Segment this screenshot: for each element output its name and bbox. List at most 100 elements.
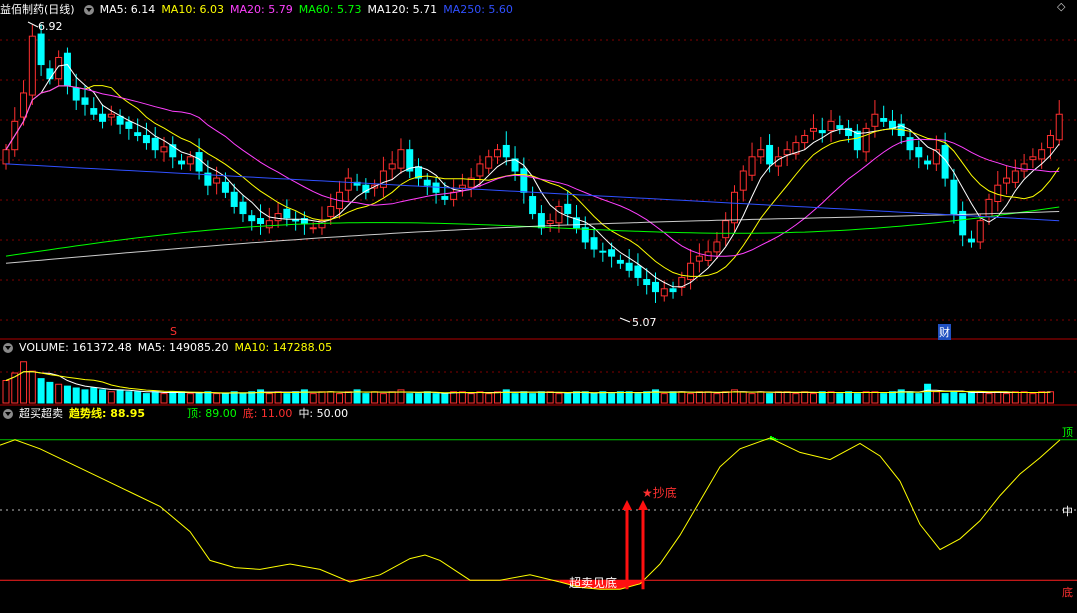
candle-body <box>99 113 107 122</box>
volume-bar <box>283 393 291 404</box>
candle-body <box>388 163 396 170</box>
volume-bar <box>906 391 914 404</box>
volume-bar <box>862 391 870 404</box>
collapse-icon[interactable] <box>3 343 13 353</box>
volume-bar <box>292 391 300 404</box>
volume-bar <box>72 387 80 404</box>
candle-body <box>915 147 923 158</box>
candle-body <box>967 238 975 243</box>
candle-body <box>160 146 168 153</box>
volume-bar <box>20 361 28 404</box>
candle-body <box>625 262 633 271</box>
top-label: 顶: 89.00 <box>187 407 237 420</box>
main-panel-header: 益佰制药(日线) MA5: 6.14 MA10: 6.03 MA20: 5.79 MA6… <box>0 2 525 18</box>
bottom-label: 底: 11.00 <box>242 407 293 420</box>
candle-body <box>809 127 817 132</box>
volume-bar <box>1038 391 1046 404</box>
candle-body <box>739 170 747 191</box>
candle-body <box>1038 149 1046 160</box>
candle-body <box>827 120 835 132</box>
volume-bar <box>467 393 475 404</box>
volume-bar <box>195 393 203 404</box>
volume-bar <box>757 391 765 404</box>
volume-bar <box>687 393 695 404</box>
volume-bar <box>809 393 817 404</box>
volume-bar <box>722 391 730 404</box>
candle-body <box>292 219 300 222</box>
volume-bar <box>1020 391 1028 404</box>
ma-label-4: MA120: 5.71 <box>367 3 438 16</box>
volume-bar <box>546 391 554 404</box>
volume-bar <box>169 391 177 404</box>
candle-body <box>257 218 265 225</box>
candle-body <box>186 156 194 165</box>
candle-body <box>1020 163 1028 172</box>
candle-body <box>941 144 949 179</box>
volume-bar <box>125 391 133 404</box>
volume-ma10: MA10: 147288.05 <box>234 341 333 354</box>
expand-icon[interactable]: ◇ <box>1057 0 1065 13</box>
volume-bar <box>766 393 774 404</box>
candle-body <box>634 265 642 278</box>
volume-bar <box>950 391 958 404</box>
volume-bar <box>371 391 379 404</box>
volume-bar <box>915 393 923 404</box>
volume-bar <box>564 393 572 404</box>
candle-body <box>651 281 659 293</box>
candle-body <box>195 152 203 172</box>
candle-body <box>608 249 616 257</box>
volume-title: VOLUME: 161372.48 <box>19 341 132 354</box>
volume-bar <box>81 389 89 404</box>
volume-bar <box>274 391 282 404</box>
candle-body <box>213 177 221 184</box>
candle-body <box>107 113 115 118</box>
buy-arrow-head <box>622 500 632 510</box>
volume-bar <box>476 391 484 404</box>
volume-bar <box>344 391 352 404</box>
volume-bar <box>309 393 317 404</box>
stock-title: 益佰制药(日线) <box>0 3 75 16</box>
buy-arrow-head <box>638 500 648 510</box>
candle-body <box>520 168 528 193</box>
collapse-icon[interactable] <box>83 5 94 15</box>
volume-bar <box>160 393 168 404</box>
candle-body <box>230 191 238 207</box>
volume-bar <box>818 391 826 404</box>
volume-bar <box>976 391 984 404</box>
candle-body <box>55 56 63 80</box>
volume-bar <box>572 391 580 404</box>
trend-line-label: 趋势线: 88.95 <box>69 407 146 420</box>
collapse-icon[interactable] <box>3 409 13 419</box>
volume-bar <box>388 391 396 404</box>
volume-bar <box>213 393 221 404</box>
candle-body <box>757 149 765 158</box>
volume-bar <box>739 391 747 404</box>
volume-bar <box>669 391 677 404</box>
candle-body <box>766 144 774 165</box>
volume-bar <box>46 381 54 404</box>
volume-bar <box>379 393 387 404</box>
volume-bar <box>845 391 853 404</box>
volume-bar <box>318 391 326 404</box>
candle-body <box>1011 170 1019 183</box>
candle-body <box>669 288 677 293</box>
candle-body <box>344 177 352 191</box>
candle-body <box>2 149 10 165</box>
volume-ma-line <box>5 371 1051 394</box>
volume-bar <box>704 391 712 404</box>
candle-body <box>1003 177 1011 184</box>
volume-bar <box>248 391 256 404</box>
candle-body <box>1029 156 1037 161</box>
mid-label: 中: 50.00 <box>298 407 349 420</box>
volume-bar <box>880 393 888 404</box>
volume-bar <box>336 393 344 404</box>
chart-canvas <box>0 21 1077 590</box>
trend-line <box>0 437 1061 590</box>
volume-bar <box>63 385 71 404</box>
candle-body <box>63 52 71 87</box>
volume-bar <box>590 393 598 404</box>
ma-label-2: MA20: 5.79 <box>230 3 293 16</box>
volume-bar <box>494 391 502 404</box>
ma-label-1: MA10: 6.03 <box>161 3 225 16</box>
volume-bar <box>748 393 756 404</box>
